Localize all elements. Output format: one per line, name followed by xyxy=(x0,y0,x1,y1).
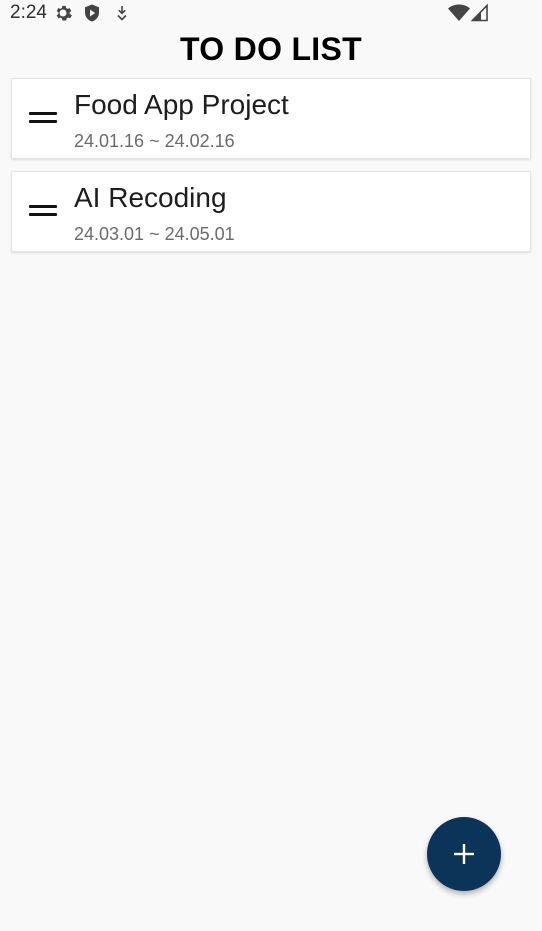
task-title: Food App Project xyxy=(74,89,289,120)
plus-icon xyxy=(453,843,475,865)
task-item[interactable]: AI Recoding 24.03.01 ~ 24.05.01 xyxy=(11,171,531,252)
cell-signal-icon xyxy=(470,3,490,23)
status-time: 2:24 xyxy=(10,2,47,23)
drag-handle-icon[interactable] xyxy=(29,112,57,126)
settings-icon xyxy=(53,3,73,23)
task-dates: 24.01.16 ~ 24.02.16 xyxy=(74,131,235,151)
download-icon xyxy=(112,3,132,23)
task-item[interactable]: Food App Project 24.01.16 ~ 24.02.16 xyxy=(11,78,531,159)
page-title: TO DO LIST xyxy=(180,31,362,67)
status-bar: 2:24 xyxy=(0,0,542,26)
wifi-icon xyxy=(447,3,471,23)
task-dates: 24.03.01 ~ 24.05.01 xyxy=(74,224,235,244)
task-title: AI Recoding xyxy=(74,182,227,213)
play-protect-icon xyxy=(82,3,102,23)
add-task-button[interactable] xyxy=(427,817,501,891)
drag-handle-icon[interactable] xyxy=(29,205,57,219)
task-list: Food App Project 24.01.16 ~ 24.02.16 AI … xyxy=(11,78,531,264)
